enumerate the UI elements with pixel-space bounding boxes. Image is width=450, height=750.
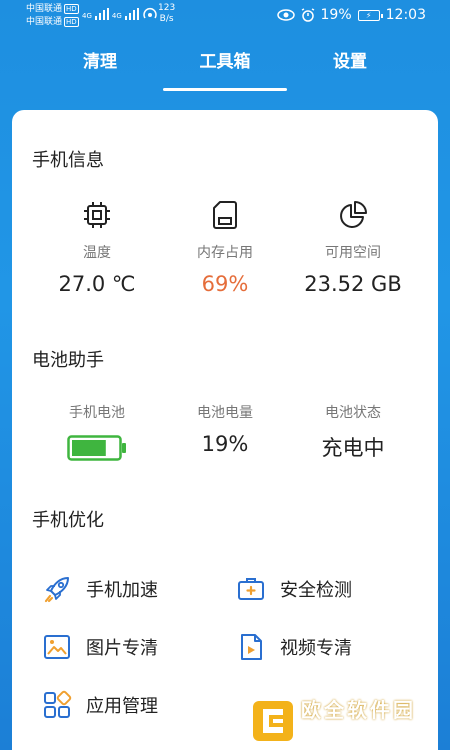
rocket-icon [44, 577, 69, 603]
temperature-value: 27.0 ℃ [58, 272, 136, 296]
signal-icons: 4G 4G [82, 6, 158, 20]
phone-battery-cell: 手机电池 [32, 402, 162, 466]
hotspot-icon [143, 8, 157, 19]
battery-fill [72, 440, 106, 456]
battery-level-value: 19% [201, 432, 249, 456]
tab-clean[interactable]: 清理 [50, 42, 150, 82]
image-clean-label: 图片专清 [86, 638, 158, 659]
tab-toolbox[interactable]: 工具箱 [163, 42, 287, 82]
apps-grid-icon [44, 690, 72, 718]
battery-helper-title: 电池助手 [32, 350, 104, 371]
watermark-logo-icon [253, 701, 293, 741]
tab-bar: 清理 工具箱 设置 [0, 42, 450, 92]
hd-badge: HD [64, 4, 79, 14]
chip-icon [84, 202, 110, 228]
pie-chart-icon [340, 201, 367, 228]
phone-battery-label: 手机电池 [69, 405, 125, 421]
app-management-item[interactable]: 应用管理 [42, 690, 158, 720]
battery-level-cell: 电池电量 19% [160, 402, 290, 456]
network-type-2: 4G [111, 12, 122, 20]
sd-card-icon [213, 201, 237, 229]
storage-cell: 可用空间 23.52 GB [288, 198, 418, 296]
carrier-info: 中国联通 HD 中国联通 HD [26, 3, 79, 29]
alarm-icon [301, 8, 314, 22]
security-check-item[interactable]: 安全检测 [236, 574, 352, 604]
app-management-label: 应用管理 [86, 696, 158, 717]
tab-settings[interactable]: 设置 [300, 42, 400, 82]
tab-indicator [163, 88, 287, 91]
optimize-title: 手机优化 [32, 510, 104, 531]
carrier-2: 中国联通 [26, 17, 63, 27]
video-clean-item[interactable]: 视频专清 [236, 632, 352, 662]
signal-icon [124, 8, 139, 20]
image-icon [44, 635, 70, 659]
memory-label: 内存占用 [197, 245, 253, 261]
phone-boost-label: 手机加速 [86, 580, 158, 601]
toolbox-icon [238, 578, 264, 600]
watermark: 欧全软件园 www.apoujin.com [245, 692, 450, 750]
status-bar: 中国联通 HD 中国联通 HD 4G 4G 123 B/s 19% ⚡ 12:03 [0, 0, 450, 36]
battery-charging-icon: ⚡ [357, 9, 383, 21]
battery-percent: 19% [320, 7, 352, 23]
battery-status-cell: 电池状态 充电中 [288, 402, 418, 462]
battery-status-label: 电池状态 [325, 405, 381, 421]
watermark-url: www.apoujin.com [301, 727, 387, 736]
memory-cell: 内存占用 69% [160, 198, 290, 296]
security-check-label: 安全检测 [280, 580, 352, 601]
video-file-icon [241, 634, 262, 660]
temperature-label: 温度 [83, 245, 111, 261]
phone-boost-item[interactable]: 手机加速 [42, 574, 158, 604]
toolbox-card: 手机信息 温度 27.0 ℃ 内存占用 69% 可用空间 23.52 GB 电池… [12, 110, 438, 750]
clock: 12:03 [385, 7, 426, 23]
image-clean-item[interactable]: 图片专清 [42, 632, 158, 662]
phone-info-title: 手机信息 [32, 150, 104, 171]
eye-icon [276, 9, 295, 21]
temperature-cell: 温度 27.0 ℃ [32, 198, 162, 296]
network-type-1: 4G [82, 12, 92, 20]
storage-label: 可用空间 [325, 245, 381, 261]
battery-level-label: 电池电量 [197, 405, 253, 421]
carrier-1: 中国联通 [26, 4, 63, 14]
signal-icon [94, 8, 109, 20]
storage-value: 23.52 GB [304, 272, 402, 296]
network-speed: 123 B/s [158, 3, 176, 24]
video-clean-label: 视频专清 [280, 638, 352, 659]
battery-icon [67, 435, 126, 461]
memory-value: 69% [201, 272, 249, 296]
watermark-text: 欧全软件园 [301, 698, 416, 722]
hd-badge: HD [64, 17, 79, 27]
battery-status-value: 充电中 [321, 436, 385, 460]
